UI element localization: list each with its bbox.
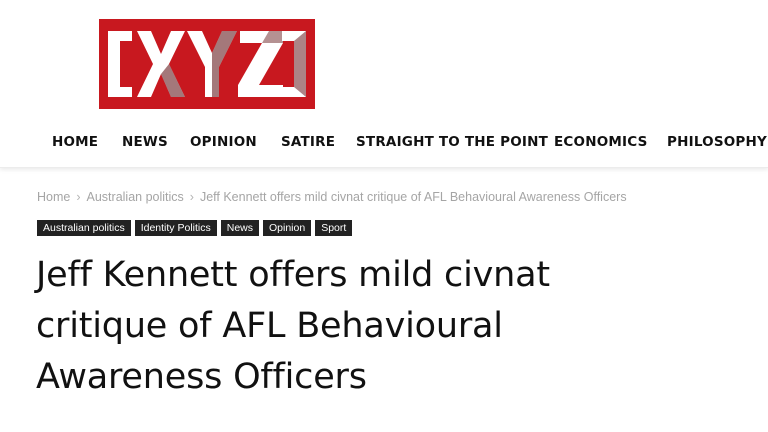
nav-item-opinion[interactable]: OPINION (190, 134, 257, 150)
nav-item-home[interactable]: HOME (52, 134, 98, 150)
breadcrumb-australian-politics[interactable]: Australian politics (87, 190, 184, 204)
xyz-logo-icon (99, 19, 315, 109)
nav-item-straight-to-the-point[interactable]: STRAIGHT TO THE POINT (356, 134, 548, 150)
nav-item-news[interactable]: NEWS (122, 134, 168, 150)
breadcrumb-home[interactable]: Home (37, 190, 70, 204)
tag-sport[interactable]: Sport (315, 220, 353, 236)
nav-item-satire[interactable]: SATIRE (281, 134, 335, 150)
site-header: HOME NEWS OPINION SATIRE STRAIGHT TO THE… (0, 0, 768, 168)
tag-australian-politics[interactable]: Australian politics (37, 220, 131, 236)
category-tags: Australian politics Identity Politics News… (37, 218, 356, 236)
breadcrumb-current-page: Jeff Kennett offers mild civnat critique… (199, 190, 627, 204)
nav-item-economics[interactable]: ECONOMICS (554, 134, 648, 150)
article-title: Jeff Kennett offers mild civnat critique… (36, 255, 550, 397)
breadcrumb-separator: › (76, 190, 81, 204)
nav-item-philosophy[interactable]: PHILOSOPHY (667, 134, 767, 150)
site-logo[interactable] (99, 19, 315, 109)
breadcrumb-separator: › (189, 190, 194, 204)
breadcrumb: Home › Australian politics › Jeff Kennett of… (37, 190, 627, 204)
tag-news[interactable]: News (220, 220, 259, 236)
tag-identity-politics[interactable]: Identity Politics (134, 220, 217, 236)
main-nav: HOME NEWS OPINION SATIRE STRAIGHT TO THE… (0, 124, 768, 162)
tag-opinion[interactable]: Opinion (263, 220, 312, 236)
